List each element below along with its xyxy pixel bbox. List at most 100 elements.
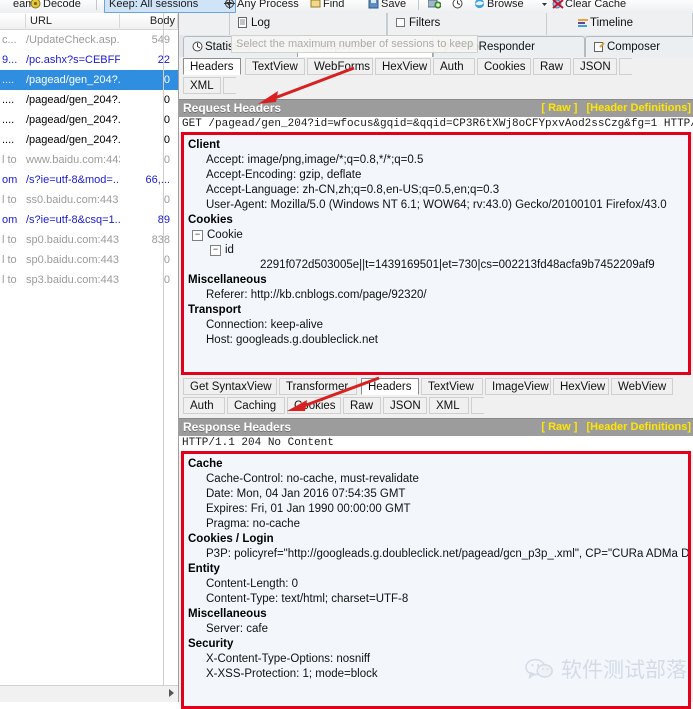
expander-icon[interactable]: − (210, 245, 221, 256)
response-headers-content: Cache Cache-Control: no-cache, must-reval… (188, 457, 688, 682)
cookie-node[interactable]: − Cookie (192, 228, 686, 243)
response-headers-box: Cache Cache-Control: no-cache, must-reval… (181, 451, 691, 709)
clear-cache-icon (552, 0, 564, 9)
response-header-definitions-link[interactable]: [Header Definitions] (586, 421, 691, 433)
top-tabstrip: Log Filters Timeline (179, 13, 693, 36)
header-entry: Accept: image/png,image/*;q=0.8,*/*;q=0.… (206, 154, 424, 166)
session-body-size: 0 (163, 134, 170, 146)
session-url: /s?ie=utf-8&mod=... (26, 174, 120, 186)
sessions-horizontal-scrollbar[interactable] (0, 685, 178, 702)
session-body-size: 0 (163, 254, 170, 266)
tab-filters[interactable]: Filters (387, 13, 547, 35)
scrollbar-right-arrow[interactable] (169, 689, 174, 697)
column-header-body[interactable]: Body (120, 14, 178, 28)
scrollbar-thumb[interactable] (0, 687, 160, 700)
statistics-icon (192, 41, 203, 52)
toolbar-decode-button[interactable]: Decode (30, 0, 81, 11)
header-entry: Expires: Fri, 01 Jan 1990 00:00:00 GMT (206, 503, 411, 515)
toolbar-separator-1 (96, 0, 97, 10)
header-entry: User-Agent: Mozilla/5.0 (Windows NT 6.1;… (206, 199, 667, 211)
toolbar-find-button[interactable]: Find (310, 0, 344, 11)
header-group-title: Transport (188, 304, 242, 316)
keep-sessions-tooltip: Select the maximum number of sessions to… (231, 35, 479, 53)
res-tab-json[interactable]: JSON (383, 397, 427, 414)
session-row[interactable]: om/s?ie=utf-8&mod=... 66,... (0, 170, 178, 190)
toolbar-screenshot-button[interactable] (428, 0, 441, 11)
sessions-list-panel[interactable]: ost URL Body c.../UpdateCheck.asp...5499… (0, 13, 179, 702)
header-entry: Content-Length: 0 (206, 578, 299, 590)
expander-icon[interactable]: − (192, 230, 203, 241)
req-tab-raw[interactable]: Raw (533, 58, 571, 75)
req-tab-webforms[interactable]: WebForms (307, 58, 373, 75)
session-body-size: 89 (118, 210, 176, 230)
req-tab-xml[interactable]: XML (183, 77, 221, 94)
session-row[interactable]: l to sp0.baidu.com:443 0 (0, 250, 178, 270)
tab-timeline[interactable]: Timeline (569, 13, 693, 35)
session-row[interactable]: ..../pagead/gen_204?... 0 (0, 70, 178, 90)
res-tab-headers[interactable]: Headers (361, 378, 419, 395)
session-row[interactable]: l to sp3.baidu.com:443 0 (0, 270, 178, 290)
tab-log[interactable]: Log (229, 13, 387, 35)
inspectors-panel: Log Filters Timeline Select the maximum … (179, 13, 693, 709)
req-tab-hexview[interactable]: HexView (375, 58, 431, 75)
req-tab-headers[interactable]: Headers (183, 58, 241, 75)
toolbar-clear-cache-button[interactable]: Clear Cache (552, 0, 626, 11)
toolbar-timer-button[interactable] (452, 0, 465, 11)
column-header-host[interactable]: ost (0, 14, 26, 28)
session-body-size: 0 (163, 94, 170, 106)
request-header-definitions-link[interactable]: [Header Definitions] (586, 102, 691, 114)
response-inspector-tabs: Get SyntaxView Transformer Headers TextV… (179, 377, 693, 415)
session-url: /UpdateCheck.asp... (26, 34, 120, 46)
res-tab-auth[interactable]: Auth (183, 397, 225, 414)
session-row[interactable]: l to www.baidu.com:443 0 (0, 150, 178, 170)
response-raw-link[interactable]: [ Raw ] (541, 421, 577, 433)
res-tab-hexview[interactable]: HexView (553, 378, 609, 395)
toolbar-clear-cache-label: Clear Cache (565, 0, 627, 10)
session-body-size: 838 (151, 234, 170, 246)
header-entry: Pragma: no-cache (206, 518, 300, 530)
res-tab-raw[interactable]: Raw (343, 397, 381, 414)
req-tab-json[interactable]: JSON (573, 58, 617, 75)
res-tab-webview[interactable]: WebView (611, 378, 673, 395)
session-url: /pagead/gen_204?... (26, 74, 120, 86)
session-row[interactable]: 9.../pc.ashx?s=CEBFF...22 (0, 50, 178, 70)
session-row[interactable]: ..../pagead/gen_204?... 0 (0, 110, 178, 130)
req-tab-textview[interactable]: TextView (245, 58, 305, 75)
toolbar-save-button[interactable]: Save (368, 0, 406, 11)
session-row[interactable]: om/s?ie=utf-8&csq=1...89 (0, 210, 178, 230)
session-url: www.baidu.com:443 (26, 154, 120, 166)
session-row[interactable]: c.../UpdateCheck.asp... 549 (0, 30, 178, 50)
req-tab-cookies[interactable]: Cookies (477, 58, 531, 75)
res-tab-cookies[interactable]: Cookies (287, 397, 341, 414)
res-tab-caching[interactable]: Caching (227, 397, 285, 414)
session-row[interactable]: l to ss0.baidu.com:443 0 (0, 190, 178, 210)
res-tab-get-syntaxview[interactable]: Get SyntaxView (183, 378, 277, 395)
session-row[interactable]: l to sp0.baidu.com:443 838 (0, 230, 178, 250)
header-group-title: Client (188, 139, 220, 151)
request-headers-bar: Request Headers [ Raw ] [Header Definiti… (179, 99, 693, 118)
header-entry: Server: cafe (206, 623, 268, 635)
request-raw-link[interactable]: [ Raw ] (541, 102, 577, 114)
column-header-url[interactable]: URL (26, 14, 120, 28)
session-row[interactable]: ..../pagead/gen_204?... 0 (0, 130, 178, 150)
keep-sessions-dropdown[interactable]: Keep: All sessions (104, 0, 236, 13)
fiddler-window: eam Decode Keep: All sessions Any Proces… (0, 0, 693, 709)
session-row[interactable]: ..../pagead/gen_204?... 0 (0, 90, 178, 110)
header-group-title: Cookies / Login (188, 533, 274, 545)
toolbar-any-process-button[interactable]: Any Process (224, 0, 299, 11)
request-inspector-tabs: Headers TextView WebForms HexView Auth C… (179, 57, 693, 95)
request-line: GET /pagead/gen_204?id=wfocus&gqid=&qqid… (179, 117, 693, 132)
res-tab-transformer[interactable]: Transformer (279, 378, 357, 395)
req-tab-auth[interactable]: Auth (433, 58, 475, 75)
session-url: /pagead/gen_204?... (26, 134, 120, 146)
res-tab-textview[interactable]: TextView (421, 378, 483, 395)
res-tab-xml[interactable]: XML (429, 397, 469, 414)
res-tab-spacer (471, 397, 484, 414)
toolbar-browse-button[interactable]: Browse (474, 0, 524, 11)
session-url: ss0.baidu.com:443 (26, 194, 119, 206)
res-tab-imageview[interactable]: ImageView (485, 378, 551, 395)
list-vertical-divider (163, 13, 164, 702)
cookie-subnode[interactable]: − id (210, 243, 686, 258)
header-entry: Content-Type: text/html; charset=UTF-8 (206, 593, 409, 605)
tab-composer[interactable]: Composer (585, 36, 693, 57)
